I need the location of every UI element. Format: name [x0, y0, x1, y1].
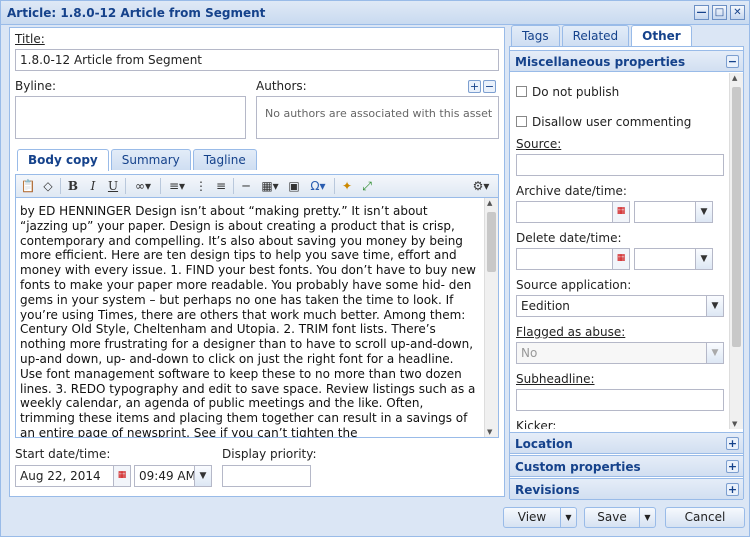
cancel-button-label: Cancel — [684, 510, 726, 524]
remove-author-icon[interactable]: − — [483, 80, 496, 93]
window-title: Article: 1.8.0-12 Article from Segment — [7, 6, 266, 20]
chevron-down-icon[interactable]: ▼ — [695, 202, 712, 222]
custom-properties-title: Custom properties — [515, 460, 641, 474]
delete-label: Delete date/time: — [516, 231, 622, 245]
kicker-label: Kicker: — [516, 419, 557, 429]
byline-label: Byline: — [15, 79, 57, 93]
expand-icon[interactable]: + — [726, 483, 739, 496]
tab-tagline[interactable]: Tagline — [192, 149, 257, 170]
collapse-icon[interactable]: − — [726, 55, 739, 68]
flagged-label: Flagged as abuse: — [516, 325, 626, 339]
bulleted-list-icon[interactable]: ≡ — [213, 179, 229, 193]
tab-other[interactable]: Other — [631, 25, 692, 47]
table-icon[interactable]: ▦▾ — [258, 179, 282, 193]
source-app-label: Source application: — [516, 278, 632, 292]
fullscreen-icon[interactable]: ⤢ — [359, 179, 375, 194]
do-not-publish-checkbox[interactable] — [516, 86, 527, 97]
horizontal-rule-icon[interactable]: ─ — [238, 179, 254, 193]
paste-icon[interactable]: 📋 — [20, 179, 36, 193]
numbered-list-icon[interactable]: ⋮ — [193, 179, 209, 193]
italic-icon[interactable]: I — [85, 179, 101, 193]
disallow-commenting-label: Disallow user commenting — [532, 115, 692, 129]
misc-properties-header[interactable]: Miscellaneous properties − — [510, 50, 743, 72]
other-properties-panel: Miscellaneous properties − Do not publis… — [509, 46, 744, 500]
view-button[interactable]: View ▼ — [503, 507, 577, 528]
title-input[interactable]: 1.8.0-12 Article from Segment — [15, 49, 499, 71]
bold-icon[interactable]: B — [65, 179, 81, 193]
display-priority-input[interactable] — [222, 465, 311, 487]
delete-time-select[interactable]: ▼ — [634, 248, 713, 270]
cancel-button[interactable]: Cancel — [665, 507, 745, 528]
body-copy-text[interactable]: by ED HENNINGER Design isn’t about “maki… — [20, 204, 478, 437]
custom-properties-header[interactable]: Custom properties + — [510, 455, 743, 477]
save-button[interactable]: Save ▼ — [584, 507, 656, 528]
disallow-commenting-checkbox[interactable] — [516, 116, 527, 127]
body-copy-editor[interactable]: by ED HENNINGER Design isn’t about “maki… — [15, 198, 499, 438]
underline-icon[interactable]: U — [105, 179, 121, 193]
start-date-input[interactable]: Aug 22, 2014 — [15, 465, 115, 487]
authors-label: Authors: — [256, 79, 307, 93]
link-icon[interactable]: ∞▾ — [130, 179, 156, 193]
source-app-select[interactable]: Eedition ▼ — [516, 295, 724, 317]
do-not-publish-label: Do not publish — [532, 85, 620, 99]
source-label: Source: — [516, 137, 562, 151]
chevron-down-icon[interactable]: ▼ — [639, 508, 655, 527]
misc-scrollbar[interactable]: ▲ ▼ — [729, 73, 743, 429]
editor-toolbar: 📋 ◇ B I U ∞▾ ≡▾ ⋮ ≡ ─ ▦▾ ▣ Ω▾ ✦ ⤢ ⚙▾ — [15, 174, 499, 198]
close-icon[interactable]: ✕ — [730, 5, 745, 20]
window-titlebar[interactable]: Article: 1.8.0-12 Article from Segment —… — [1, 1, 749, 25]
chevron-down-icon[interactable]: ▼ — [706, 296, 723, 316]
authors-list: No authors are associated with this asse… — [256, 96, 499, 139]
tab-related[interactable]: Related — [561, 25, 630, 46]
archive-calendar-icon[interactable]: ▦ — [612, 201, 630, 223]
expand-icon[interactable]: + — [726, 437, 739, 450]
chevron-down-icon[interactable]: ▼ — [695, 249, 712, 269]
revisions-header[interactable]: Revisions + — [510, 478, 743, 500]
misc-properties-title: Miscellaneous properties — [515, 55, 686, 69]
start-time-select[interactable]: 09:49 AM ▼ — [134, 465, 212, 487]
align-icon[interactable]: ≡▾ — [165, 179, 189, 193]
archive-time-select[interactable]: ▼ — [634, 201, 713, 223]
subheadline-input[interactable] — [516, 389, 724, 411]
maximize-icon[interactable]: □ — [712, 5, 727, 20]
display-priority-label: Display priority: — [222, 447, 317, 461]
delete-date-input[interactable] — [516, 248, 614, 270]
media-icon[interactable]: ▣ — [286, 179, 302, 193]
view-button-label: View — [517, 510, 547, 524]
magic-wand-icon[interactable]: ✦ — [339, 179, 355, 193]
editor-scrollbar[interactable]: ▲ ▼ — [484, 198, 498, 437]
special-char-icon[interactable]: Ω▾ — [306, 179, 330, 193]
source-input[interactable] — [516, 154, 724, 176]
calendar-icon[interactable]: ▦ — [113, 465, 131, 487]
revisions-title: Revisions — [515, 483, 580, 497]
save-button-label: Save — [597, 510, 627, 524]
misc-properties-body: Do not publish Disallow user commenting … — [510, 73, 743, 429]
start-date-label: Start date/time: — [15, 447, 111, 461]
tab-body-copy[interactable]: Body copy — [17, 149, 109, 171]
settings-icon[interactable]: ⚙▾ — [468, 179, 494, 193]
chevron-down-icon[interactable]: ▼ — [560, 508, 576, 527]
archive-date-input[interactable] — [516, 201, 614, 223]
article-window: Article: 1.8.0-12 Article from Segment —… — [0, 0, 750, 537]
chevron-down-icon: ▼ — [706, 343, 723, 363]
chevron-down-icon[interactable]: ▼ — [194, 466, 211, 486]
tab-tags[interactable]: Tags — [511, 25, 560, 46]
archive-label: Archive date/time: — [516, 184, 627, 198]
tab-summary[interactable]: Summary — [110, 149, 191, 170]
location-header[interactable]: Location + — [510, 432, 743, 454]
flagged-select: No ▼ — [516, 342, 724, 364]
location-title: Location — [515, 437, 573, 451]
expand-icon[interactable]: + — [726, 460, 739, 473]
title-label: Title: — [15, 32, 45, 46]
byline-input[interactable] — [15, 96, 246, 139]
flagged-value: No — [521, 346, 538, 360]
find-icon[interactable]: ◇ — [40, 179, 56, 193]
main-form-panel: Title: 1.8.0-12 Article from Segment Byl… — [9, 27, 505, 497]
add-author-icon[interactable]: + — [468, 80, 481, 93]
minimize-icon[interactable]: — — [694, 5, 709, 20]
subheadline-label: Subheadline: — [516, 372, 595, 386]
source-app-value: Eedition — [521, 299, 570, 313]
delete-calendar-icon[interactable]: ▦ — [612, 248, 630, 270]
